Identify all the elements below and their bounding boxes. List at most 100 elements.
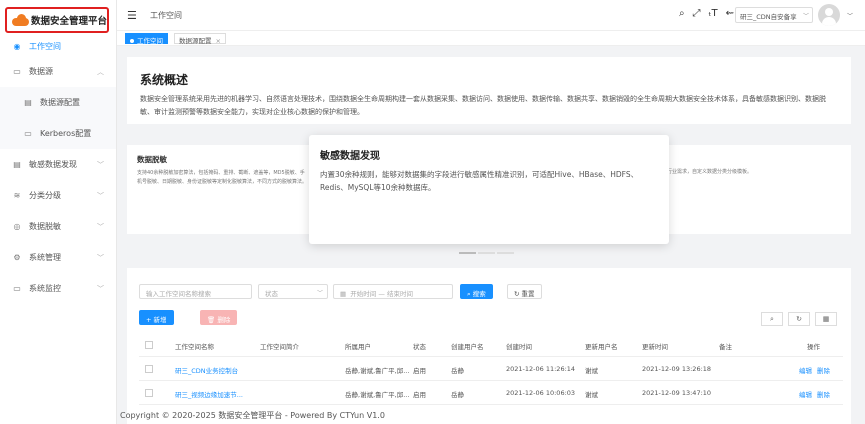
top-header: ☰ 工作空间 ⌕ ⤢ ₜT ⇜ 研三_CDN自安备享 ﹀ ﹀ — [117, 0, 865, 31]
search-button-label: 搜索 — [472, 290, 486, 298]
carousel-dot[interactable] — [478, 252, 495, 254]
cloud-logo-icon — [12, 14, 29, 26]
add-button[interactable]: + 新增 — [139, 310, 174, 325]
updated-time: 2021-12-09 13:47:10 — [642, 389, 712, 397]
created-time: 2021-12-06 10:06:03 — [506, 389, 576, 397]
column-header: 工作空间名称 — [175, 343, 214, 351]
sidebar-item-label: 数据脱敏 — [29, 222, 61, 231]
calendar-icon: ▦ — [340, 290, 347, 298]
search-icon[interactable]: ⌕ — [679, 8, 685, 19]
carousel-dot[interactable] — [459, 252, 476, 254]
overview-title: 系统概述 — [140, 73, 189, 87]
search-input[interactable]: 输入工作空间名称搜索 — [139, 284, 252, 299]
search-button[interactable]: ⌕ 搜索 — [460, 284, 493, 299]
workspace-select[interactable]: 研三_CDN自安备享 ﹀ — [735, 7, 813, 23]
column-header: 操作 — [807, 343, 820, 351]
tag-label: 数据源配置 — [179, 37, 212, 45]
chevron-down-icon: ﹀ — [97, 160, 104, 169]
app-title: 数据安全管理平台 — [30, 16, 107, 27]
discovery-icon: ▤ — [13, 160, 21, 169]
status-placeholder: 状态 — [265, 290, 278, 298]
app-logo[interactable]: 数据安全管理平台 — [5, 7, 109, 33]
delete-link[interactable]: 删除 — [817, 389, 830, 399]
sidebar-item-sensitive-discovery[interactable]: ▤ 敏感数据发现 ﹀ — [0, 149, 116, 180]
close-icon[interactable]: × — [216, 37, 221, 45]
sidebar-item-datasource[interactable]: ▭ 数据源 ︿ — [0, 56, 116, 87]
sidebar-item-label: Kerberos配置 — [40, 129, 92, 138]
sidebar-item-classification[interactable]: ≋ 分类分级 ﹀ — [0, 180, 116, 211]
column-header: 工作空间简介 — [260, 343, 299, 351]
chevron-down-icon: ﹀ — [97, 222, 104, 231]
tag-datasource-config[interactable]: 数据源配置 × — [174, 33, 226, 45]
search-icon: ⌕ — [467, 290, 471, 298]
creator: 岳静 — [451, 367, 464, 375]
workspace-table-card: 输入工作空间名称搜索 状态 ﹀ ▦ 开始时间 — 结束时间 ⌕ 搜索 ↻ 重置 +… — [127, 268, 851, 424]
status-text: 启用 — [413, 391, 426, 399]
refresh-icon[interactable]: ↻ — [788, 312, 810, 326]
add-button-label: + 新增 — [146, 316, 167, 324]
column-header: 创建用户名 — [451, 343, 484, 351]
sidebar: 数据安全管理平台 ◉ 工作空间 ▭ 数据源 ︿ ▤ 数据源配置 ▭ Kerber… — [0, 0, 117, 424]
feature-popup-sensitive-discovery: 敏感数据发现 内置30余种规则，能够对数据集的字段进行敏感属性精准识别，可适配H… — [309, 135, 669, 244]
chevron-down-icon: ﹀ — [97, 191, 104, 200]
table-row[interactable]: 研三_CDN业务控制台 岳静,谢斌,鲁广平,邱... 启用 岳静 2021-12… — [139, 357, 843, 381]
monitor-icon: ▭ — [13, 284, 21, 293]
trash-icon: 🗑 — [207, 316, 216, 324]
sidebar-item-label: 系统管理 — [29, 253, 61, 262]
translate-icon[interactable]: ⇜ — [726, 8, 734, 19]
sidebar-item-datasource-config[interactable]: ▤ 数据源配置 — [0, 87, 116, 118]
chevron-down-icon[interactable]: ﹀ — [847, 11, 853, 20]
feature-text: 支持40余种脱敏加密算法，包括掩码、重排、截断、遮盖等，MD5脱敏、手机号脱敏、… — [137, 170, 307, 185]
updater: 谢斌 — [585, 391, 598, 399]
search-toggle-icon[interactable]: ⌕ — [761, 312, 783, 326]
delete-link[interactable]: 删除 — [817, 365, 830, 375]
popup-text: 内置30余种规则，能够对数据集的字段进行敏感属性精准识别，可适配Hive、HBa… — [320, 170, 639, 192]
sidebar-item-label: 分类分级 — [29, 191, 61, 200]
chevron-down-icon: ﹀ — [316, 290, 323, 297]
reset-button[interactable]: ↻ 重置 — [507, 284, 542, 299]
columns-icon[interactable]: ▦ — [815, 312, 837, 326]
sidebar-item-label: 数据源 — [29, 67, 53, 76]
sidebar-nav: ◉ 工作空间 ▭ 数据源 ︿ ▤ 数据源配置 ▭ Kerberos配置 ▤ 敏感… — [0, 36, 116, 304]
config-icon: ▤ — [24, 98, 32, 107]
row-checkbox[interactable] — [145, 365, 153, 373]
sidebar-item-system-monitor[interactable]: ▭ 系统监控 ﹀ — [0, 273, 116, 304]
chevron-up-icon: ︿ — [97, 67, 104, 76]
header-tools: ⌕ ⤢ ₜT ⇜ — [679, 8, 734, 19]
column-header: 所属用户 — [345, 343, 371, 351]
sidebar-item-workspace[interactable]: ◉ 工作空间 — [0, 36, 116, 56]
status-select[interactable]: 状态 ﹀ — [258, 284, 328, 299]
workspace-name-link[interactable]: 研三_视频边缘加速节... — [175, 389, 243, 399]
chevron-down-icon: ﹀ — [97, 284, 104, 293]
created-time: 2021-12-06 11:26:14 — [506, 365, 576, 373]
hamburger-icon[interactable]: ☰ — [127, 9, 137, 22]
footer-copyright: Copyright © 2020-2025 数据安全管理平台 - Powered… — [120, 411, 385, 420]
fullscreen-icon[interactable]: ⤢ — [693, 8, 701, 19]
carousel-dot[interactable] — [497, 252, 514, 254]
select-all-checkbox[interactable] — [145, 341, 153, 349]
system-overview-card: 系统概述 数据安全管理系统采用先进的机器学习、自然语言处理技术，围绕数据全生命周… — [127, 57, 851, 124]
edit-link[interactable]: 编辑 — [799, 389, 812, 399]
sidebar-item-system-manage[interactable]: ⚙ 系统管理 ﹀ — [0, 242, 116, 273]
sidebar-item-kerberos[interactable]: ▭ Kerberos配置 — [0, 118, 116, 149]
eye-icon: ◎ — [13, 222, 21, 231]
reset-button-label: 重置 — [521, 290, 535, 298]
date-range-picker[interactable]: ▦ 开始时间 — 结束时间 — [333, 284, 453, 299]
tag-label: 工作空间 — [137, 37, 163, 45]
end-time-placeholder: 结束时间 — [386, 290, 413, 298]
carousel-indicator — [459, 252, 514, 254]
chevron-down-icon: ﹀ — [802, 13, 809, 20]
edit-link[interactable]: 编辑 — [799, 365, 812, 375]
breadcrumb[interactable]: 工作空间 — [150, 10, 182, 21]
status-text: 启用 — [413, 367, 426, 375]
overview-text: 数据安全管理系统采用先进的机器学习、自然语言处理技术，围绕数据全生命周期构建一套… — [140, 95, 826, 116]
avatar[interactable] — [818, 4, 840, 26]
sidebar-item-masking[interactable]: ◎ 数据脱敏 ﹀ — [0, 211, 116, 242]
tag-workspace[interactable]: 工作空间 — [125, 33, 168, 45]
workspace-name-link[interactable]: 研三_CDN业务控制台 — [175, 365, 238, 375]
row-checkbox[interactable] — [145, 389, 153, 397]
font-size-icon[interactable]: ₜT — [709, 8, 718, 19]
column-header: 更新时间 — [642, 343, 668, 351]
table-row[interactable]: 研三_视频边缘加速节... 岳静,谢斌,鲁广平,邱... 启用 岳静 2021-… — [139, 381, 843, 405]
delete-button[interactable]: 🗑 删除 — [200, 310, 238, 325]
